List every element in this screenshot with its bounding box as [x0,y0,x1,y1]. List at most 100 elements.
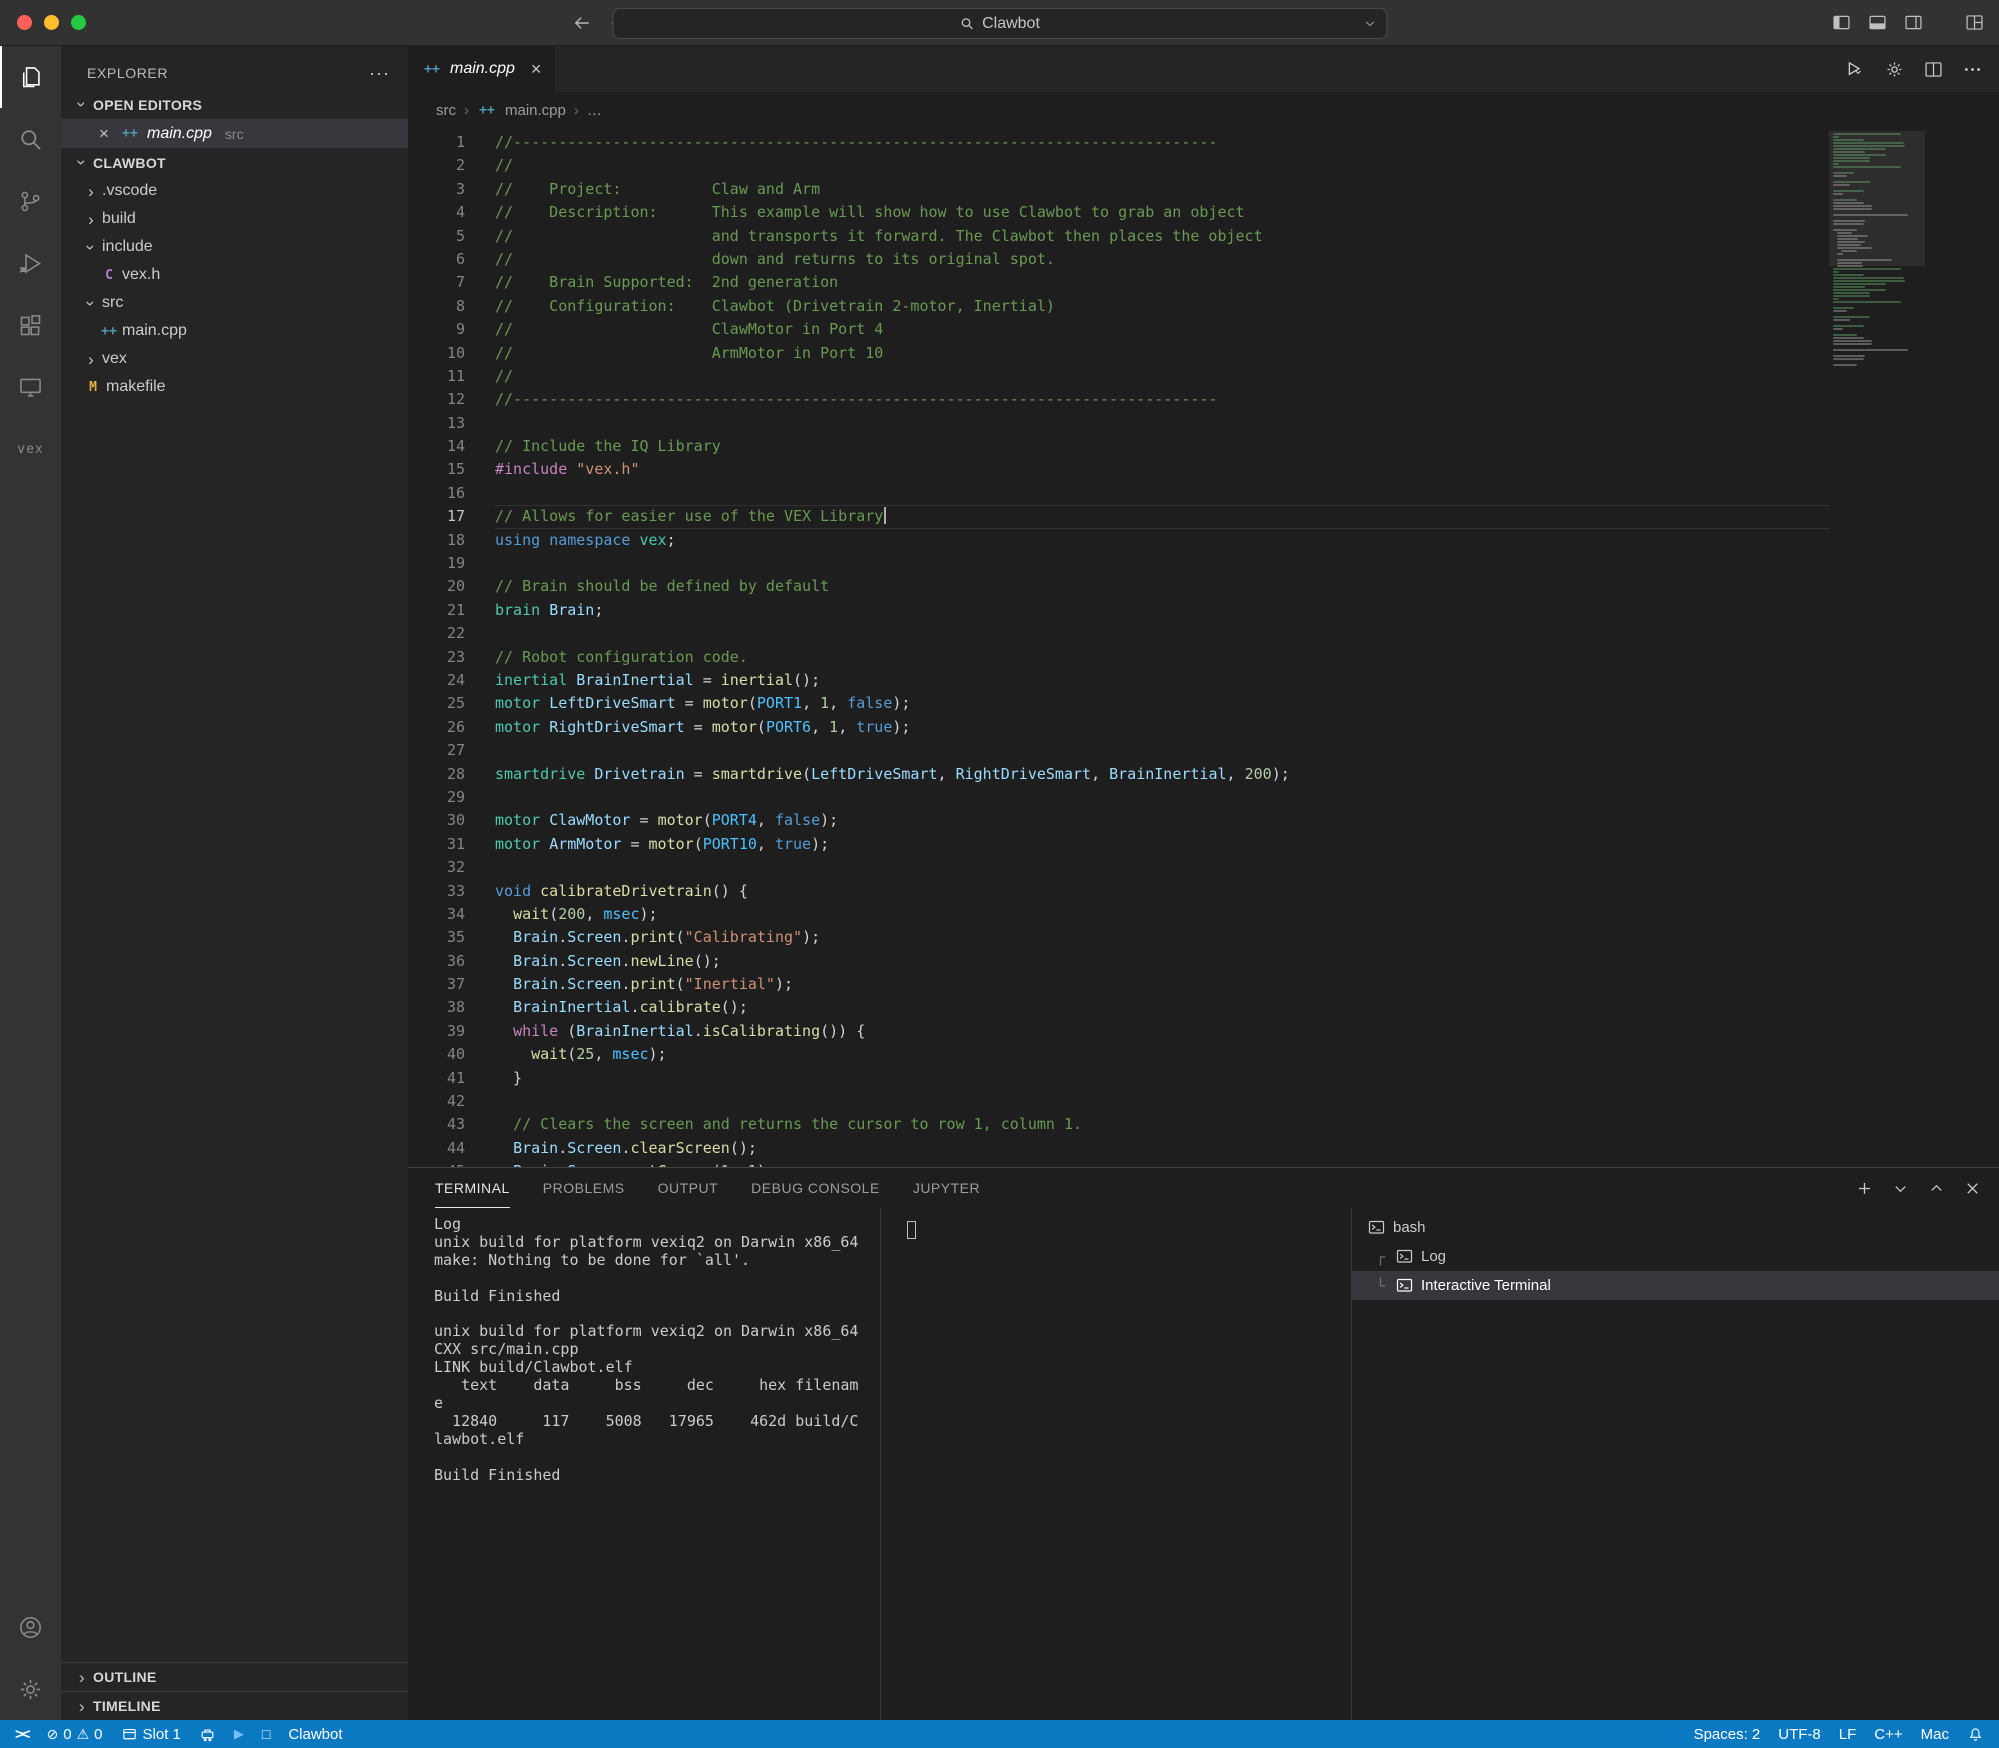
line-number[interactable]: 2 [408,154,495,177]
line-number[interactable]: 14 [408,435,495,458]
code-line-45[interactable]: 45 Brain.Screen.setCursor(1, 1); [408,1160,1829,1167]
remote-indicator[interactable]: >< [6,1720,38,1748]
line-number[interactable]: 41 [408,1067,495,1090]
code-line-28[interactable]: 28 smartdrive Drivetrain = smartdrive(Lef… [408,763,1829,786]
line-number[interactable]: 13 [408,412,495,435]
code-line-29[interactable]: 29 [408,786,1829,809]
platform-indicator[interactable]: Mac [1912,1720,1958,1748]
line-number[interactable]: 15 [408,458,495,481]
line-number[interactable]: 44 [408,1137,495,1160]
code-line-4[interactable]: 4// Description: This example will show … [408,201,1829,224]
panel-tab-terminal[interactable]: TERMINAL [435,1168,510,1208]
code-line-14[interactable]: 14// Include the IQ Library [408,435,1829,458]
minimap[interactable] [1829,128,1925,1167]
workspace-header[interactable]: › CLAWBOT [61,148,408,177]
explorer-icon[interactable] [0,46,61,108]
line-number[interactable]: 17 [408,505,495,528]
line-number[interactable]: 35 [408,926,495,949]
toggle-sidebar-icon[interactable] [1831,12,1852,33]
code-line-10[interactable]: 10// ArmMotor in Port 10 [408,342,1829,365]
back-arrow-icon[interactable] [572,13,592,33]
line-number[interactable]: 29 [408,786,495,809]
project-name[interactable]: Clawbot [279,1720,351,1748]
folder-vex[interactable]: › vex [61,345,408,373]
code-line-26[interactable]: 26 motor RightDriveSmart = motor(PORT6, 1… [408,716,1829,739]
folder-include[interactable]: › include [61,233,408,261]
line-number[interactable]: 43 [408,1113,495,1136]
code-line-23[interactable]: 23// Robot configuration code. [408,646,1829,669]
panel-tab-output[interactable]: OUTPUT [658,1168,719,1208]
line-number[interactable]: 20 [408,575,495,598]
zoom-window-button[interactable] [71,15,86,30]
vex-device-button[interactable] [190,1720,225,1748]
line-number[interactable]: 45 [408,1160,495,1167]
code-line-3[interactable]: 3// Project: Claw and Arm [408,178,1829,201]
panel-tab-problems[interactable]: PROBLEMS [543,1168,625,1208]
line-number[interactable]: 34 [408,903,495,926]
close-editor-icon[interactable]: × [95,124,113,144]
file-main.cpp[interactable]: ++ main.cpp [61,317,408,345]
file-makefile[interactable]: Mmakefile [61,373,408,401]
open-editor-item[interactable]: × ++ main.cpp src [61,119,408,148]
scrollbar[interactable] [1925,128,1999,1167]
code-line-42[interactable]: 42 [408,1090,1829,1113]
code-line-19[interactable]: 19 [408,552,1829,575]
eol-setting[interactable]: LF [1830,1720,1866,1748]
file-vex.h[interactable]: Cvex.h [61,261,408,289]
code-line-20[interactable]: 20// Brain should be defined by default [408,575,1829,598]
line-number[interactable]: 25 [408,692,495,715]
folder-build[interactable]: › build [61,205,408,233]
vex-extension-icon[interactable]: vex [0,418,61,480]
split-editor-icon[interactable] [1923,59,1944,80]
close-tab-icon[interactable]: × [531,59,542,80]
breadcrumb-file[interactable]: main.cpp [505,102,566,119]
code-line-7[interactable]: 7// Brain Supported: 2nd generation [408,271,1829,294]
open-editors-header[interactable]: › OPEN EDITORS [61,90,408,119]
line-number[interactable]: 28 [408,763,495,786]
customize-layout-icon[interactable] [1964,12,1985,33]
code-line-37[interactable]: 37 Brain.Screen.print("Inertial"); [408,973,1829,996]
code-editor[interactable]: 1//-------------------------------------… [408,128,1999,1167]
line-number[interactable]: 42 [408,1090,495,1113]
line-number[interactable]: 40 [408,1043,495,1066]
folder-.vscode[interactable]: › .vscode [61,177,408,205]
code-line-35[interactable]: 35 Brain.Screen.print("Calibrating"); [408,926,1829,949]
maximize-panel-icon[interactable] [1927,1179,1946,1198]
minimize-window-button[interactable] [44,15,59,30]
minimap-viewport[interactable] [1829,131,1925,266]
language-mode[interactable]: C++ [1865,1720,1911,1748]
code-line-44[interactable]: 44 Brain.Screen.clearScreen(); [408,1137,1829,1160]
code-line-8[interactable]: 8// Configuration: Clawbot (Drivetrain 2… [408,295,1829,318]
code-line-17[interactable]: 17// Allows for easier use of the VEX Li… [408,505,1829,528]
line-number[interactable]: 27 [408,739,495,762]
notifications-bell[interactable] [1958,1720,1993,1748]
line-number[interactable]: 11 [408,365,495,388]
panel-tab-jupyter[interactable]: JUPYTER [913,1168,980,1208]
code-line-31[interactable]: 31 motor ArmMotor = motor(PORT10, true); [408,833,1829,856]
code-line-22[interactable]: 22 [408,622,1829,645]
code-line-9[interactable]: 9// ClawMotor in Port 4 [408,318,1829,341]
settings-gear-icon[interactable] [0,1658,61,1720]
run-and-debug-icon[interactable] [0,232,61,294]
code-line-21[interactable]: 21 brain Brain; [408,599,1829,622]
source-control-icon[interactable] [0,170,61,232]
terminal-tab-interactive-terminal[interactable]: └ Interactive Terminal [1352,1271,1999,1300]
code-line-30[interactable]: 30 motor ClawMotor = motor(PORT4, false); [408,809,1829,832]
stop-button[interactable]: □ [253,1720,279,1748]
code-line-15[interactable]: 15 #include "vex.h" [408,458,1829,481]
close-window-button[interactable] [17,15,32,30]
line-number[interactable]: 5 [408,225,495,248]
code-line-41[interactable]: 41 } [408,1067,1829,1090]
configure-gear-icon[interactable] [1884,59,1905,80]
line-number[interactable]: 32 [408,856,495,879]
terminal-dropdown-icon[interactable] [1891,1179,1910,1198]
code-line-38[interactable]: 38 BrainInertial.calibrate(); [408,996,1829,1019]
new-terminal-icon[interactable] [1855,1179,1874,1198]
terminal-tab-log[interactable]: ┌ Log [1352,1242,1999,1271]
code-line-34[interactable]: 34 wait(200, msec); [408,903,1829,926]
line-number[interactable]: 18 [408,529,495,552]
build-run-button[interactable]: ▶ [225,1720,253,1748]
panel-tab-debug-console[interactable]: DEBUG CONSOLE [751,1168,880,1208]
remote-explorer-icon[interactable] [0,356,61,418]
code-line-5[interactable]: 5// and transports it forward. The Clawb… [408,225,1829,248]
